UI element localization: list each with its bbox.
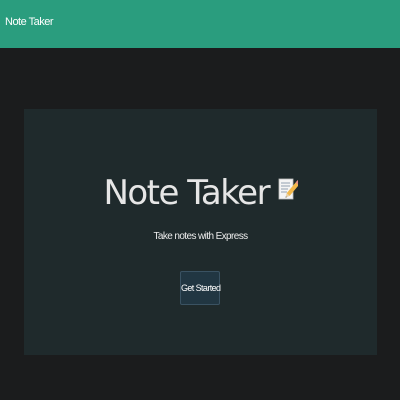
memo-pencil-icon — [278, 177, 301, 206]
hero-title-row: Note Taker — [24, 173, 377, 213]
hero-subtitle: Take notes with Express — [153, 231, 248, 242]
top-navbar: Note Taker — [0, 0, 400, 48]
get-started-button[interactable]: Get Started — [180, 271, 221, 305]
navbar-brand-link[interactable]: Note Taker — [5, 16, 54, 28]
hero-panel: Note Taker Take notes with Express Get S… — [24, 109, 377, 355]
page-title: Note Taker — [103, 173, 270, 213]
